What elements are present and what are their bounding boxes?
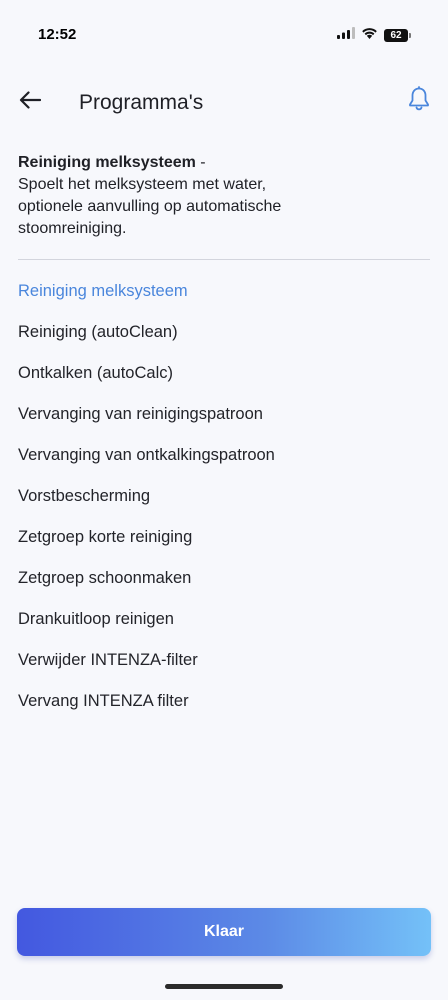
signal-icon xyxy=(337,26,355,44)
program-item-vervanging-ontkalkingspatroon[interactable]: Vervanging van ontkalkingspatroon xyxy=(18,439,430,480)
arrow-left-icon xyxy=(19,90,42,114)
back-button[interactable] xyxy=(16,88,44,116)
program-item-ontkalken-autocalc[interactable]: Ontkalken (autoCalc) xyxy=(18,357,430,398)
program-item-zetgroep-schoonmaken[interactable]: Zetgroep schoonmaken xyxy=(18,562,430,603)
program-item-vervanging-reinigingspatroon[interactable]: Vervanging van reinigingspatroon xyxy=(18,398,430,439)
notifications-button[interactable] xyxy=(404,85,434,117)
status-icons: 62 xyxy=(337,26,411,44)
description-separator: - xyxy=(195,154,206,171)
description-title: Reiniging melksysteem xyxy=(18,154,196,171)
wifi-icon xyxy=(361,26,378,44)
bell-icon xyxy=(407,85,431,117)
app-screen: 12:52 62 Programma's Reiniging melksyste… xyxy=(0,0,448,1000)
home-indicator xyxy=(165,984,283,989)
program-item-vorstbescherming[interactable]: Vorstbescherming xyxy=(18,480,430,521)
program-item-drankuitloop-reinigen[interactable]: Drankuitloop reinigen xyxy=(18,603,430,644)
description-text: Spoelt het melksysteem met water, option… xyxy=(18,176,282,237)
program-item-vervang-intenza-filter[interactable]: Vervang INTENZA filter xyxy=(18,685,430,726)
program-list: Reiniging melksysteem Reiniging (autoCle… xyxy=(18,275,430,726)
program-item-reiniging-autoclean[interactable]: Reiniging (autoClean) xyxy=(18,316,430,357)
program-description: Reiniging melksysteem - Spoelt het melks… xyxy=(18,152,288,240)
program-item-reiniging-melksysteem[interactable]: Reiniging melksysteem xyxy=(18,275,430,316)
page-title: Programma's xyxy=(79,91,204,114)
program-item-verwijder-intenza-filter[interactable]: Verwijder INTENZA-filter xyxy=(18,644,430,685)
program-item-zetgroep-korte-reiniging[interactable]: Zetgroep korte reiniging xyxy=(18,521,430,562)
app-header: Programma's xyxy=(0,78,448,128)
done-button[interactable]: Klaar xyxy=(17,908,431,956)
battery-icon: 62 xyxy=(384,28,411,42)
status-time: 12:52 xyxy=(38,26,77,43)
divider xyxy=(18,259,430,260)
status-bar: 12:52 62 xyxy=(0,0,448,70)
